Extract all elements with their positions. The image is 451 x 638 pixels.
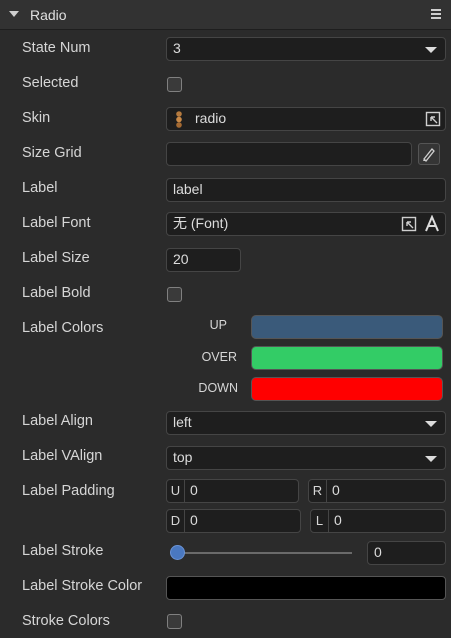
- label-stroke-color-swatch[interactable]: [166, 576, 446, 600]
- label-size-input[interactable]: 20: [166, 248, 241, 272]
- color-state-down-label: DOWN: [198, 381, 238, 395]
- chevron-down-icon: [425, 47, 437, 53]
- color-state-over-label: OVER: [201, 350, 237, 364]
- pick-resource-icon[interactable]: [425, 111, 441, 127]
- state-num-value: 3: [173, 40, 181, 56]
- skin-label: Skin: [22, 110, 51, 126]
- label-padding-label: Label Padding: [22, 483, 115, 499]
- padding-right-input[interactable]: R 0: [308, 479, 446, 503]
- label-align-value: left: [173, 414, 192, 430]
- label-label: Label: [22, 180, 58, 196]
- label-valign-value: top: [173, 449, 193, 465]
- label-bold-checkbox[interactable]: [167, 287, 182, 302]
- section-title: Radio: [30, 7, 67, 23]
- pick-font-icon[interactable]: [401, 216, 417, 232]
- padding-right-value: 0: [332, 482, 340, 498]
- padding-down-value: 0: [190, 512, 198, 528]
- section-header[interactable]: Radio: [0, 0, 451, 30]
- skin-field[interactable]: radio: [166, 107, 446, 131]
- selected-checkbox[interactable]: [167, 77, 182, 92]
- label-valign-label: Label VAlign: [22, 448, 103, 464]
- skin-value: radio: [195, 110, 227, 126]
- size-grid-label: Size Grid: [22, 145, 82, 161]
- label-size-label: Label Size: [22, 250, 90, 266]
- label-stroke-input[interactable]: 0: [367, 541, 446, 565]
- stroke-slider-handle[interactable]: [170, 545, 185, 560]
- label-stroke-label: Label Stroke: [22, 543, 104, 559]
- stroke-colors-checkbox[interactable]: [167, 614, 182, 629]
- padding-right-key: R: [309, 480, 327, 502]
- padding-up-value: 0: [190, 482, 198, 498]
- font-icon[interactable]: [423, 215, 441, 233]
- padding-down-input[interactable]: D 0: [166, 509, 301, 533]
- padding-up-key: U: [167, 480, 185, 502]
- label-font-value: 无 (Font): [173, 215, 229, 231]
- size-grid-edit-button[interactable]: [418, 143, 440, 165]
- label-valign-select[interactable]: top: [166, 446, 446, 470]
- selected-label: Selected: [22, 75, 79, 91]
- menu-icon[interactable]: [431, 9, 441, 21]
- chevron-down-icon: [425, 456, 437, 462]
- chevron-down-icon: [425, 421, 437, 427]
- label-colors-label: Label Colors: [22, 320, 104, 336]
- padding-up-input[interactable]: U 0: [166, 479, 299, 503]
- label-stroke-color-label: Label Stroke Color: [22, 578, 143, 594]
- label-font-label: Label Font: [22, 215, 91, 231]
- collapse-triangle-icon[interactable]: [9, 11, 19, 17]
- radio-skin-thumbnail-icon: [176, 111, 182, 128]
- stroke-slider-track[interactable]: [178, 552, 352, 554]
- color-state-up-label: UP: [209, 318, 227, 332]
- color-down-swatch[interactable]: [251, 377, 443, 401]
- brush-icon: [423, 148, 435, 162]
- padding-left-key: L: [311, 510, 329, 532]
- color-over-swatch[interactable]: [251, 346, 443, 370]
- size-grid-input[interactable]: [166, 142, 412, 166]
- color-up-swatch[interactable]: [251, 315, 443, 339]
- label-align-label: Label Align: [22, 413, 93, 429]
- label-bold-label: Label Bold: [22, 285, 91, 301]
- padding-down-key: D: [167, 510, 185, 532]
- state-num-label: State Num: [22, 40, 91, 56]
- state-num-select[interactable]: 3: [166, 37, 446, 61]
- padding-left-value: 0: [334, 512, 342, 528]
- label-font-field[interactable]: 无 (Font): [166, 212, 446, 236]
- label-align-select[interactable]: left: [166, 411, 446, 435]
- label-input[interactable]: label: [166, 178, 446, 202]
- stroke-colors-label: Stroke Colors: [22, 613, 110, 629]
- padding-left-input[interactable]: L 0: [310, 509, 446, 533]
